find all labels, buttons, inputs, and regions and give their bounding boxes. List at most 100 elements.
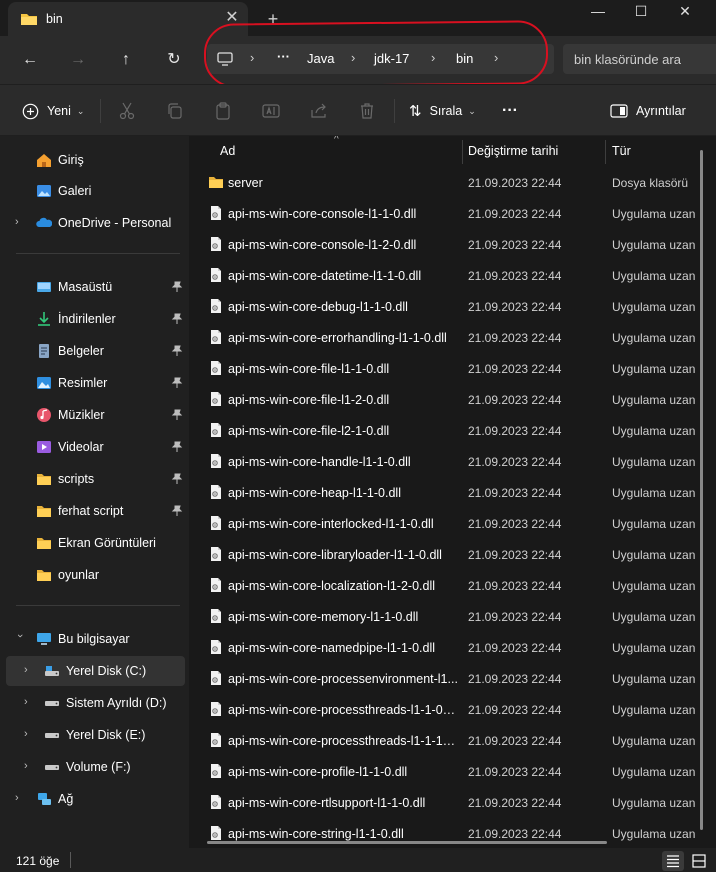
sort-button[interactable]: ⇅ Sırala ⌄ xyxy=(409,99,476,123)
file-row[interactable]: server 21.09.2023 22:44 Dosya klasörü xyxy=(189,167,716,198)
file-row[interactable]: api-ms-win-core-console-l1-1-0.dll 21.09.… xyxy=(189,198,716,229)
file-date: 21.09.2023 22:44 xyxy=(468,455,562,469)
sidebar-item-label: Masaüstü xyxy=(58,280,113,294)
refresh-button[interactable]: ↻ xyxy=(162,48,186,72)
file-row[interactable]: api-ms-win-core-namedpipe-l1-1-0.dll 21.0… xyxy=(189,632,716,663)
details-pane-button[interactable]: Ayrıntılar xyxy=(610,99,686,123)
cut-icon[interactable] xyxy=(117,101,137,121)
sidebar-item-home[interactable]: Giriş xyxy=(0,145,188,175)
forward-button[interactable]: → xyxy=(66,48,90,72)
file-row[interactable]: api-ms-win-core-handle-l1-1-0.dll 21.09.2… xyxy=(189,446,716,477)
column-divider[interactable] xyxy=(605,140,606,164)
sidebar-item-ferhat-script[interactable]: ferhat script xyxy=(0,496,188,526)
up-button[interactable]: ↑ xyxy=(114,48,138,72)
sidebar-item-desktop[interactable]: Masaüstü xyxy=(0,272,188,302)
file-row[interactable]: api-ms-win-core-interlocked-l1-1-0.dll 21… xyxy=(189,508,716,539)
sidebar-item-documents[interactable]: Belgeler xyxy=(0,336,188,366)
pin-icon[interactable] xyxy=(171,441,183,453)
pin-icon[interactable] xyxy=(171,377,183,389)
pin-icon[interactable] xyxy=(171,281,183,293)
sidebar-item-oyunlar[interactable]: oyunlar xyxy=(0,560,188,590)
sidebar-item-drive-e[interactable]: › Yerel Disk (E:) xyxy=(0,720,188,750)
more-options-button[interactable]: ··· xyxy=(502,99,518,123)
column-divider[interactable] xyxy=(462,140,463,164)
sidebar-item-network[interactable]: › Ağ xyxy=(0,784,188,814)
sidebar-item-pictures[interactable]: Resimler xyxy=(0,368,188,398)
sidebar-item-videos[interactable]: Videolar xyxy=(0,432,188,462)
sidebar-item-gallery[interactable]: Galeri xyxy=(0,176,188,206)
chevron-down-icon[interactable]: › xyxy=(12,634,26,644)
chevron-right-icon[interactable]: › xyxy=(24,664,34,678)
pin-icon[interactable] xyxy=(171,313,183,325)
file-row[interactable]: api-ms-win-core-file-l1-1-0.dll 21.09.202… xyxy=(189,353,716,384)
file-row[interactable]: api-ms-win-core-rtlsupport-l1-1-0.dll 21.… xyxy=(189,787,716,818)
horizontal-scrollbar[interactable] xyxy=(207,841,607,844)
vertical-scrollbar[interactable] xyxy=(700,150,703,830)
folder-icon xyxy=(37,570,51,581)
file-row[interactable]: api-ms-win-core-processthreads-l1-1-0.dl… xyxy=(189,694,716,725)
chevron-right-icon[interactable]: › xyxy=(15,216,25,230)
sidebar-item-music[interactable]: Müzikler xyxy=(0,400,188,430)
file-row[interactable]: api-ms-win-core-processthreads-l1-1-1.dl… xyxy=(189,725,716,756)
back-button[interactable]: ← xyxy=(18,48,42,72)
sidebar-item-this-pc[interactable]: › Bu bilgisayar xyxy=(0,624,188,654)
pin-icon[interactable] xyxy=(171,409,183,421)
details-view-button[interactable] xyxy=(662,851,684,871)
chevron-right-icon[interactable]: › xyxy=(24,760,34,774)
chevron-right-icon[interactable]: › xyxy=(15,792,25,806)
dll-file-icon xyxy=(211,485,221,499)
sidebar-item-downloads[interactable]: İndirilenler xyxy=(0,304,188,334)
tiles-view-icon xyxy=(692,854,706,868)
paste-icon[interactable] xyxy=(213,101,233,121)
file-row[interactable]: api-ms-win-core-localization-l1-2-0.dll 2… xyxy=(189,570,716,601)
pin-icon[interactable] xyxy=(171,473,183,485)
drive-icon xyxy=(45,733,59,738)
sidebar-item-drive-d[interactable]: › Sistem Ayrıldı (D:) xyxy=(0,688,188,718)
folder-icon xyxy=(37,538,51,549)
sidebar-item-label: Videolar xyxy=(58,440,104,454)
file-row[interactable]: api-ms-win-core-errorhandling-l1-1-0.dll… xyxy=(189,322,716,353)
file-row[interactable]: api-ms-win-core-profile-l1-1-0.dll 21.09.… xyxy=(189,756,716,787)
file-name: api-ms-win-core-processthreads-l1-1-1.dl… xyxy=(228,734,458,748)
documents-icon xyxy=(39,344,49,358)
new-button[interactable]: Yeni ⌄ xyxy=(22,99,84,123)
sidebar-item-drive-f[interactable]: › Volume (F:) xyxy=(0,752,188,782)
tab-bin[interactable]: bin ✕ xyxy=(8,2,248,36)
pin-icon[interactable] xyxy=(171,345,183,357)
sidebar-item-screenshots[interactable]: Ekran Görüntüleri xyxy=(0,528,188,558)
chevron-right-icon[interactable]: › xyxy=(24,696,34,710)
minimize-button[interactable]: — xyxy=(575,0,621,24)
file-date: 21.09.2023 22:44 xyxy=(468,269,562,283)
file-row[interactable]: api-ms-win-core-debug-l1-1-0.dll 21.09.20… xyxy=(189,291,716,322)
file-row[interactable]: api-ms-win-core-processenvironment-l1...… xyxy=(189,663,716,694)
file-date: 21.09.2023 22:44 xyxy=(468,796,562,810)
tiles-view-button[interactable] xyxy=(688,851,710,871)
sidebar-divider xyxy=(16,253,180,254)
file-row[interactable]: api-ms-win-core-memory-l1-1-0.dll 21.09.2… xyxy=(189,601,716,632)
dll-file-icon xyxy=(211,268,221,282)
close-window-button[interactable]: ✕ xyxy=(662,0,708,24)
file-name: api-ms-win-core-handle-l1-1-0.dll xyxy=(228,455,411,469)
delete-icon[interactable] xyxy=(357,101,377,121)
file-name: api-ms-win-core-memory-l1-1-0.dll xyxy=(228,610,419,624)
file-row[interactable]: api-ms-win-core-heap-l1-1-0.dll 21.09.202… xyxy=(189,477,716,508)
drive-icon xyxy=(45,666,59,676)
file-row[interactable]: api-ms-win-core-libraryloader-l1-1-0.dll… xyxy=(189,539,716,570)
file-row[interactable]: api-ms-win-core-file-l2-1-0.dll 21.09.202… xyxy=(189,415,716,446)
sidebar-item-onedrive[interactable]: › OneDrive - Personal xyxy=(0,208,188,238)
sidebar-item-scripts[interactable]: scripts xyxy=(0,464,188,494)
file-row[interactable]: api-ms-win-core-datetime-l1-1-0.dll 21.09… xyxy=(189,260,716,291)
file-row[interactable]: api-ms-win-core-file-l1-2-0.dll 21.09.202… xyxy=(189,384,716,415)
copy-icon[interactable] xyxy=(165,101,185,121)
file-name: api-ms-win-core-file-l2-1-0.dll xyxy=(228,424,390,438)
sidebar-item-drive-c[interactable]: › Yerel Disk (C:) xyxy=(6,656,185,686)
pin-icon[interactable] xyxy=(171,505,183,517)
file-date: 21.09.2023 22:44 xyxy=(468,579,562,593)
file-row[interactable]: api-ms-win-core-console-l1-2-0.dll 21.09.… xyxy=(189,229,716,260)
rename-icon[interactable] xyxy=(261,101,281,121)
sidebar-item-label: Ekran Görüntüleri xyxy=(58,536,156,550)
maximize-button[interactable]: ☐ xyxy=(618,0,664,24)
search-input[interactable]: bin klasöründe ara xyxy=(563,44,716,74)
chevron-right-icon[interactable]: › xyxy=(24,728,34,742)
share-icon[interactable] xyxy=(309,101,329,121)
